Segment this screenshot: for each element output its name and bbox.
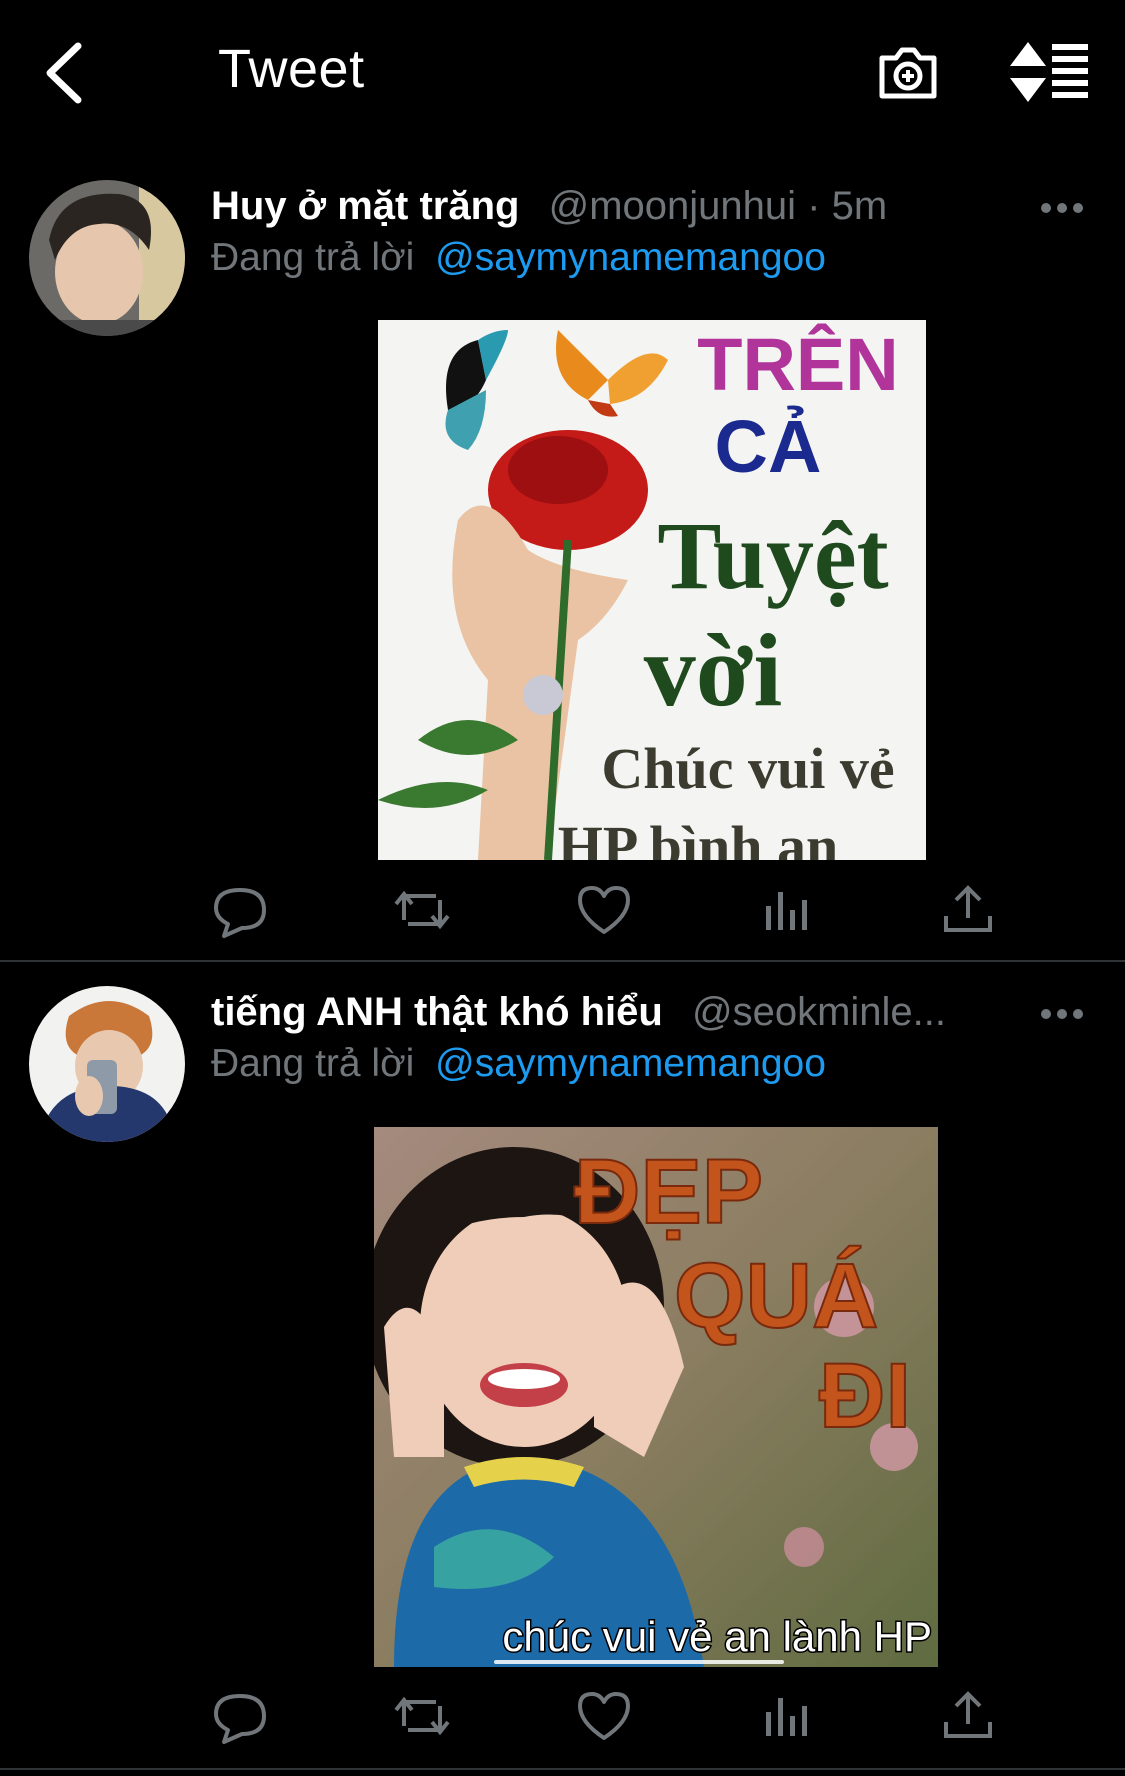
reply-mention-link[interactable]: @saymynamemangoo: [435, 236, 826, 279]
reply-context: Đang trả lời @saymynamemangoo: [211, 1042, 826, 1086]
avatar[interactable]: [29, 180, 185, 336]
like-icon: [578, 1692, 630, 1740]
share-icon: [944, 885, 992, 932]
image-rose-greeting: TRÊN CẢ Tuyệt vời Chúc vui vẻ HP bình an: [378, 320, 926, 860]
handle-time: @moonjunhui · 5m: [548, 184, 888, 228]
back-button[interactable]: [40, 38, 90, 108]
tweet-header: tiếng ANH thật khó hiểu @seokminle...: [211, 990, 946, 1035]
more-dots-icon: [1041, 1009, 1083, 1019]
image-text-line1: ĐẸP: [574, 1141, 763, 1243]
analytics-icon: [766, 1698, 807, 1736]
share-icon: [944, 1691, 992, 1738]
tweet-image[interactable]: TRÊN CẢ Tuyệt vời Chúc vui vẻ HP bình an: [378, 320, 926, 860]
retweet-icon: [394, 890, 450, 930]
image-text-line5: Chúc vui vẻ: [601, 736, 894, 801]
reply-icon: [214, 1694, 266, 1744]
image-caption: chúc vui vẻ an lành HP: [502, 1613, 932, 1660]
reply-button[interactable]: [210, 1686, 270, 1746]
like-button[interactable]: [574, 1686, 634, 1746]
tweet-header: Huy ở mặt trăng @moonjunhui · 5m: [211, 184, 887, 229]
sort-button[interactable]: [1010, 40, 1092, 104]
avatar-photo: [29, 986, 185, 1142]
retweet-icon: [394, 1696, 450, 1736]
analytics-button[interactable]: [756, 880, 816, 940]
tweet-divider: [0, 960, 1125, 962]
image-girl-greeting: ĐẸP QUÁ ĐI chúc vui vẻ an lành HP: [374, 1127, 938, 1667]
tweet-divider: [0, 1768, 1125, 1770]
camera-plus-icon: [879, 47, 937, 99]
sort-list-icon: [1010, 42, 1088, 102]
reply-button[interactable]: [210, 880, 270, 940]
page-title: Tweet: [218, 39, 365, 99]
more-options-button[interactable]: [1040, 198, 1084, 218]
tweet-actions: [210, 1686, 1000, 1746]
top-bar: Tweet: [0, 0, 1125, 140]
analytics-button[interactable]: [756, 1686, 816, 1746]
video-progress-bar: [494, 1660, 784, 1664]
analytics-icon: [766, 892, 807, 930]
reply-prefix: Đang trả lời: [211, 1042, 415, 1085]
reply-context: Đang trả lời @saymynamemangoo: [211, 236, 826, 280]
reply-icon: [214, 888, 266, 938]
share-button[interactable]: [938, 1686, 998, 1746]
camera-button[interactable]: [876, 40, 940, 104]
handle: @seokminle...: [691, 990, 946, 1034]
display-name[interactable]: tiếng ANH thật khó hiểu: [211, 990, 663, 1034]
retweet-button[interactable]: [392, 880, 452, 940]
image-text-line3: Tuyệt: [657, 502, 888, 609]
display-name[interactable]: Huy ở mặt trăng: [211, 184, 519, 228]
like-button[interactable]: [574, 880, 634, 940]
avatar[interactable]: [29, 986, 185, 1142]
retweet-button[interactable]: [392, 1686, 452, 1746]
more-options-button[interactable]: [1040, 1004, 1084, 1024]
image-text-line4: vời: [644, 613, 782, 728]
image-text-line2: CẢ: [715, 405, 822, 488]
image-text-line6: HP bình an: [558, 814, 838, 860]
reply-mention-link[interactable]: @saymynamemangoo: [435, 1042, 826, 1085]
image-text-line3: ĐI: [819, 1345, 911, 1447]
avatar-photo: [29, 180, 185, 336]
share-button[interactable]: [938, 880, 998, 940]
chevron-left-icon: [46, 42, 82, 104]
tweet-actions: [210, 880, 1000, 940]
tweet-image[interactable]: ĐẸP QUÁ ĐI chúc vui vẻ an lành HP: [374, 1127, 938, 1667]
more-dots-icon: [1041, 203, 1083, 213]
like-icon: [578, 886, 630, 934]
image-text-line1: TRÊN: [697, 323, 898, 406]
image-text-line2: QUÁ: [674, 1245, 878, 1347]
reply-prefix: Đang trả lời: [211, 236, 415, 279]
